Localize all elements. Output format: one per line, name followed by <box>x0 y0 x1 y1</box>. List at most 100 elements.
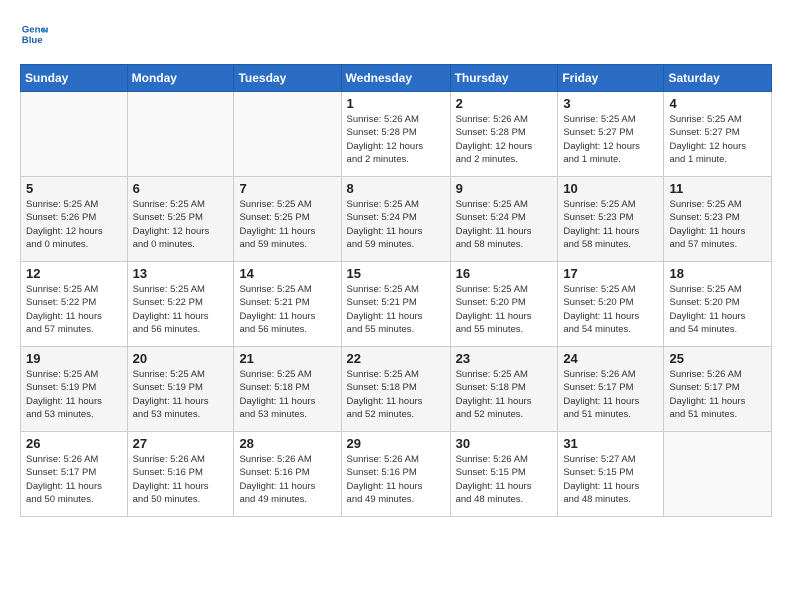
calendar-cell: 13Sunrise: 5:25 AM Sunset: 5:22 PM Dayli… <box>127 262 234 347</box>
week-row-2: 12 Sunrise: 5:25 AM Sunset: 5:22 PM Dayli… <box>21 262 772 347</box>
calendar-cell: 26Sunrise: 5:26 AM Sunset: 5:17 PM Dayli… <box>21 432 128 517</box>
day-info: Sunrise: 5:25 AM Sunset: 5:20 PM Dayligh… <box>669 283 766 336</box>
day-info: Sunrise: 5:25 AM Sunset: 5:20 PM Dayligh… <box>563 283 658 336</box>
calendar-cell: 11Sunrise: 5:25 AM Sunset: 5:23 PM Dayli… <box>664 177 772 262</box>
day-number: 30 <box>456 436 553 451</box>
calendar-cell: 1Sunrise: 5:26 AM Sunset: 5:28 PM Daylig… <box>341 92 450 177</box>
day-info: Sunrise: 5:25 AM Sunset: 5:23 PM Dayligh… <box>669 198 766 251</box>
day-number: 9 <box>456 181 553 196</box>
calendar-cell <box>664 432 772 517</box>
calendar-cell: 30 Sunrise: 5:26 AM Sunset: 5:15 PM Dayli… <box>450 432 558 517</box>
calendar-cell: 8 Sunrise: 5:25 AM Sunset: 5:24 PM Daylig… <box>341 177 450 262</box>
calendar-cell: 4Sunrise: 5:25 AM Sunset: 5:27 PM Daylig… <box>664 92 772 177</box>
day-info: Sunrise: 5:26 AM Sunset: 5:17 PM Dayligh… <box>26 453 122 506</box>
day-info: Sunrise: 5:26 AM Sunset: 5:17 PM Dayligh… <box>563 368 658 421</box>
day-number: 14 <box>239 266 335 281</box>
calendar-cell: 29 Sunrise: 5:26 AM Sunset: 5:16 PM Dayli… <box>341 432 450 517</box>
day-info: Sunrise: 5:25 AM Sunset: 5:24 PM Dayligh… <box>456 198 553 251</box>
day-info: Sunrise: 5:25 AM Sunset: 5:21 PM Dayligh… <box>239 283 335 336</box>
col-header-friday: Friday <box>558 65 664 92</box>
day-info: Sunrise: 5:26 AM Sunset: 5:17 PM Dayligh… <box>669 368 766 421</box>
col-header-thursday: Thursday <box>450 65 558 92</box>
day-number: 28 <box>239 436 335 451</box>
calendar-cell: 16 Sunrise: 5:25 AM Sunset: 5:20 PM Dayli… <box>450 262 558 347</box>
day-info: Sunrise: 5:25 AM Sunset: 5:18 PM Dayligh… <box>456 368 553 421</box>
day-info: Sunrise: 5:25 AM Sunset: 5:25 PM Dayligh… <box>239 198 335 251</box>
calendar-cell: 31 Sunrise: 5:27 AM Sunset: 5:15 PM Dayli… <box>558 432 664 517</box>
day-number: 2 <box>456 96 553 111</box>
day-number: 10 <box>563 181 658 196</box>
calendar-cell: 15 Sunrise: 5:25 AM Sunset: 5:21 PM Dayli… <box>341 262 450 347</box>
svg-text:Blue: Blue <box>22 35 43 46</box>
day-info: Sunrise: 5:26 AM Sunset: 5:16 PM Dayligh… <box>347 453 445 506</box>
calendar-cell: 3 Sunrise: 5:25 AM Sunset: 5:27 PM Daylig… <box>558 92 664 177</box>
day-number: 21 <box>239 351 335 366</box>
calendar-cell: 18 Sunrise: 5:25 AM Sunset: 5:20 PM Dayli… <box>664 262 772 347</box>
calendar-cell: 28 Sunrise: 5:26 AM Sunset: 5:16 PM Dayli… <box>234 432 341 517</box>
day-info: Sunrise: 5:27 AM Sunset: 5:15 PM Dayligh… <box>563 453 658 506</box>
day-info: Sunrise: 5:25 AM Sunset: 5:26 PM Dayligh… <box>26 198 122 251</box>
week-row-4: 26Sunrise: 5:26 AM Sunset: 5:17 PM Dayli… <box>21 432 772 517</box>
calendar-cell: 10 Sunrise: 5:25 AM Sunset: 5:23 PM Dayli… <box>558 177 664 262</box>
day-number: 18 <box>669 266 766 281</box>
calendar-cell: 17Sunrise: 5:25 AM Sunset: 5:20 PM Dayli… <box>558 262 664 347</box>
calendar-cell: 12 Sunrise: 5:25 AM Sunset: 5:22 PM Dayli… <box>21 262 128 347</box>
calendar-cell: 6Sunrise: 5:25 AM Sunset: 5:25 PM Daylig… <box>127 177 234 262</box>
calendar-cell: 14 Sunrise: 5:25 AM Sunset: 5:21 PM Dayli… <box>234 262 341 347</box>
calendar-cell: 19Sunrise: 5:25 AM Sunset: 5:19 PM Dayli… <box>21 347 128 432</box>
day-number: 25 <box>669 351 766 366</box>
calendar-cell: 7 Sunrise: 5:25 AM Sunset: 5:25 PM Daylig… <box>234 177 341 262</box>
day-number: 1 <box>347 96 445 111</box>
day-number: 27 <box>133 436 229 451</box>
day-info: Sunrise: 5:25 AM Sunset: 5:20 PM Dayligh… <box>456 283 553 336</box>
day-number: 13 <box>133 266 229 281</box>
day-number: 6 <box>133 181 229 196</box>
day-info: Sunrise: 5:25 AM Sunset: 5:22 PM Dayligh… <box>26 283 122 336</box>
week-row-1: 5 Sunrise: 5:25 AM Sunset: 5:26 PM Daylig… <box>21 177 772 262</box>
calendar-cell: 24 Sunrise: 5:26 AM Sunset: 5:17 PM Dayli… <box>558 347 664 432</box>
day-info: Sunrise: 5:26 AM Sunset: 5:15 PM Dayligh… <box>456 453 553 506</box>
day-info: Sunrise: 5:26 AM Sunset: 5:16 PM Dayligh… <box>133 453 229 506</box>
day-info: Sunrise: 5:25 AM Sunset: 5:27 PM Dayligh… <box>563 113 658 166</box>
day-info: Sunrise: 5:26 AM Sunset: 5:16 PM Dayligh… <box>239 453 335 506</box>
calendar-cell: 20 Sunrise: 5:25 AM Sunset: 5:19 PM Dayli… <box>127 347 234 432</box>
day-number: 31 <box>563 436 658 451</box>
day-number: 16 <box>456 266 553 281</box>
day-info: Sunrise: 5:25 AM Sunset: 5:27 PM Dayligh… <box>669 113 766 166</box>
day-info: Sunrise: 5:25 AM Sunset: 5:18 PM Dayligh… <box>347 368 445 421</box>
calendar-cell: 23Sunrise: 5:25 AM Sunset: 5:18 PM Dayli… <box>450 347 558 432</box>
day-number: 22 <box>347 351 445 366</box>
calendar-cell <box>127 92 234 177</box>
calendar-cell: 22 Sunrise: 5:25 AM Sunset: 5:18 PM Dayli… <box>341 347 450 432</box>
day-number: 15 <box>347 266 445 281</box>
day-info: Sunrise: 5:25 AM Sunset: 5:24 PM Dayligh… <box>347 198 445 251</box>
day-info: Sunrise: 5:26 AM Sunset: 5:28 PM Dayligh… <box>456 113 553 166</box>
day-number: 8 <box>347 181 445 196</box>
col-header-saturday: Saturday <box>664 65 772 92</box>
day-info: Sunrise: 5:25 AM Sunset: 5:18 PM Dayligh… <box>239 368 335 421</box>
day-number: 20 <box>133 351 229 366</box>
day-number: 12 <box>26 266 122 281</box>
calendar-cell: 5 Sunrise: 5:25 AM Sunset: 5:26 PM Daylig… <box>21 177 128 262</box>
col-header-tuesday: Tuesday <box>234 65 341 92</box>
day-number: 7 <box>239 181 335 196</box>
day-info: Sunrise: 5:25 AM Sunset: 5:23 PM Dayligh… <box>563 198 658 251</box>
col-header-monday: Monday <box>127 65 234 92</box>
day-number: 29 <box>347 436 445 451</box>
page-header: General Blue <box>20 20 772 48</box>
calendar-table: SundayMondayTuesdayWednesdayThursdayFrid… <box>20 64 772 517</box>
day-number: 3 <box>563 96 658 111</box>
day-number: 19 <box>26 351 122 366</box>
day-info: Sunrise: 5:25 AM Sunset: 5:19 PM Dayligh… <box>133 368 229 421</box>
calendar-cell: 25 Sunrise: 5:26 AM Sunset: 5:17 PM Dayli… <box>664 347 772 432</box>
calendar-cell <box>234 92 341 177</box>
logo-icon: General Blue <box>20 20 48 48</box>
calendar-cell: 27 Sunrise: 5:26 AM Sunset: 5:16 PM Dayli… <box>127 432 234 517</box>
day-number: 24 <box>563 351 658 366</box>
day-number: 5 <box>26 181 122 196</box>
week-row-3: 19 Sunrise: 5:25 AM Sunset: 5:19 PM Dayli… <box>21 347 772 432</box>
calendar-cell: 9 Sunrise: 5:25 AM Sunset: 5:24 PM Daylig… <box>450 177 558 262</box>
calendar-cell: 2 Sunrise: 5:26 AM Sunset: 5:28 PM Daylig… <box>450 92 558 177</box>
day-info: Sunrise: 5:25 AM Sunset: 5:21 PM Dayligh… <box>347 283 445 336</box>
calendar-cell: 21 Sunrise: 5:25 AM Sunset: 5:18 PM Dayli… <box>234 347 341 432</box>
